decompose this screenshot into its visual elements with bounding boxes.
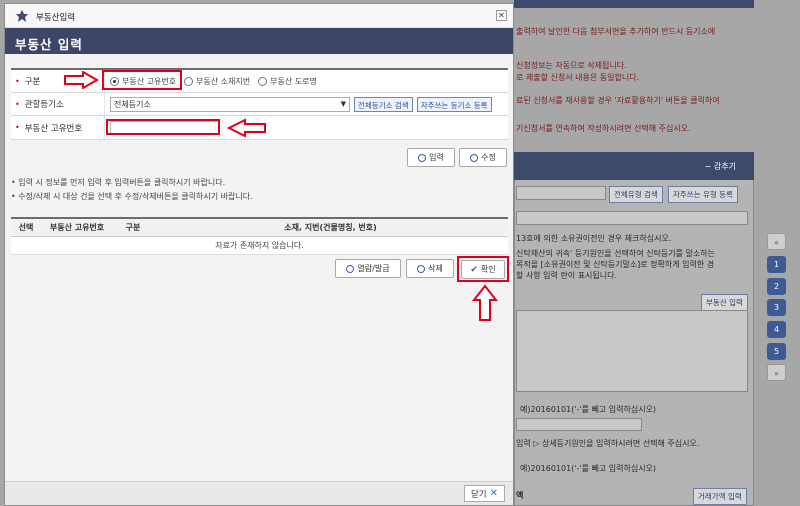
side-nav-bottom[interactable]: »: [767, 364, 786, 381]
bg-realestate-input-button[interactable]: 부동산 입력: [701, 294, 748, 311]
page-title: 부동산 입력: [5, 28, 513, 54]
input-icon: [418, 153, 427, 162]
bg-type-search-button[interactable]: 전체유형 검색: [609, 186, 663, 203]
close-button[interactable]: 닫기 ✕: [464, 485, 505, 502]
background-top-bar: [514, 0, 754, 8]
radio-dot[interactable]: [184, 76, 194, 86]
close-icon: ✕: [489, 488, 499, 499]
view-icon: [346, 264, 355, 273]
bg-notice-12: 예)20160101('-'를 빼고 입력하십시오): [520, 464, 657, 473]
help-notes: • 입력 시 정보를 먼저 입력 후 입력버튼을 클릭하시기 바랍니다. • 수…: [11, 176, 253, 204]
empty-message: 자료가 존재하지 않습니다.: [11, 236, 508, 255]
col-address: 소재, 지번(건물명칭, 번호): [153, 217, 508, 237]
confirm-button[interactable]: ✔ 확인: [461, 260, 505, 279]
highlight-radio-box: [102, 70, 182, 90]
radio-road-address[interactable]: 부동산 도로명: [258, 76, 317, 87]
registry-search-button[interactable]: 전체등기소 검색: [354, 96, 413, 112]
bg-notice-1: 출력하여 날인한 다음 첨부서면을 추가하여 반드시 등기소에: [516, 27, 716, 36]
court-logo-icon: [16, 10, 28, 22]
bg-notice-5: 기신청서를 연속하여 작성하시려면 선택해 주십시오.: [516, 124, 691, 133]
bg-textarea[interactable]: [516, 310, 748, 392]
bg-notice-6: 13호에 의한 소유권이전인 경우 체크하십시오.: [516, 234, 672, 243]
panel-toggle-button[interactable]: − 감추기: [705, 161, 736, 172]
dialog-titlebar: 부동산입력 ✕: [5, 4, 513, 28]
delete-icon: [417, 264, 426, 273]
bg-notice-13: 액: [516, 491, 524, 500]
view-issue-button[interactable]: 열람/발급: [335, 259, 401, 278]
note-input: • 입력 시 정보를 먼저 입력 후 입력버튼을 클릭하시기 바랍니다.: [11, 178, 226, 187]
bg-type-favorite-button[interactable]: 자주쓰는 유형 등록: [668, 186, 738, 203]
bg-notice-2: 신청정보는 자동으로 삭제됩니다.: [516, 61, 627, 70]
close-icon[interactable]: ✕: [496, 10, 507, 21]
bg-select[interactable]: [516, 186, 606, 200]
dialog-footer: 닫기 ✕: [5, 481, 513, 505]
realestate-table: 선택 부동산 고유번호 구분 소재, 지번(건물명칭, 번호) 자료가 존재하지…: [11, 217, 508, 255]
bg-notice-10: 예)20160101('-'를 빼고 입력하십시오): [520, 405, 657, 414]
edit-icon: [470, 153, 479, 162]
background-panel-header: − 감추기: [514, 152, 754, 180]
side-nav-5[interactable]: 5: [767, 343, 786, 360]
bg-input[interactable]: [516, 211, 748, 225]
type-label: 구분: [24, 77, 41, 87]
required-mark: •: [15, 123, 20, 132]
required-mark: •: [15, 76, 20, 86]
side-nav-3[interactable]: 3: [767, 299, 786, 316]
table-row: 자료가 존재하지 않습니다.: [11, 236, 508, 255]
bg-notice-9: 할 사항 입력 란이 표시됩니다.: [516, 271, 618, 280]
edit-button[interactable]: 수정: [459, 148, 507, 167]
registry-label: 관할등기소: [24, 100, 64, 110]
bg-notice-8: 목적을 [소유권이전 및 신탁등기말소]로 정확하게 입력한 경: [516, 260, 715, 269]
bg-notice-3: 로 제출할 신청서 내용은 동일합니다.: [516, 73, 640, 82]
registry-row: • 관할등기소 전체등기소 ▼ 전체등기소 검색 자주쓰는 등기소 등록: [11, 93, 508, 116]
dialog-title: 부동산입력: [36, 13, 76, 23]
col-select: 선택: [11, 217, 41, 237]
note-edit-delete: • 수정/삭제 시 대상 건을 선택 후 수정/삭제버튼을 클릭하시기 바랍니다…: [11, 192, 253, 201]
registry-select[interactable]: 전체등기소 ▼: [110, 96, 350, 112]
bg-notice-4: 료된 신청서를 재사용할 경우 '자료활용하기' 버튼을 클릭하여: [516, 96, 720, 105]
side-nav-2[interactable]: 2: [767, 278, 786, 295]
col-unique-number: 부동산 고유번호: [41, 217, 113, 237]
required-mark: •: [15, 99, 20, 109]
bg-notice-7: 신탁재산의 귀속' 등기원인을 선택하여 신탁등기를 말소하는: [516, 249, 715, 258]
chevron-down-icon: ▼: [340, 99, 346, 108]
side-nav-4[interactable]: 4: [767, 321, 786, 338]
delete-button[interactable]: 삭제: [406, 259, 454, 278]
highlight-input-box: [106, 119, 220, 135]
arrow-right-icon: [64, 71, 99, 89]
bg-select-2[interactable]: [516, 418, 642, 431]
arrow-left-icon: [227, 118, 266, 138]
side-nav-top[interactable]: «: [767, 233, 786, 250]
check-icon: ✔: [470, 264, 478, 275]
input-button[interactable]: 입력: [407, 148, 455, 167]
bg-trade-price-button[interactable]: 거래가액 입력: [693, 488, 747, 505]
side-nav-1[interactable]: 1: [767, 256, 786, 273]
registry-favorite-button[interactable]: 자주쓰는 등기소 등록: [416, 96, 492, 112]
radio-dot[interactable]: [258, 76, 268, 86]
realestate-input-dialog: 부동산입력 ✕ 부동산 입력 • 구분 부동산 고유번호 부동산 소재지번 부동산…: [4, 3, 514, 506]
col-type: 구분: [113, 217, 153, 237]
radio-lot-address[interactable]: 부동산 소재지번: [184, 76, 250, 87]
bg-notice-11: 입력 ▷ 상세등기원인을 입력하시려면 선택해 주십시오.: [516, 439, 700, 448]
arrow-up-icon: [471, 284, 499, 321]
unique-number-label: 부동산 고유번호: [24, 123, 83, 134]
